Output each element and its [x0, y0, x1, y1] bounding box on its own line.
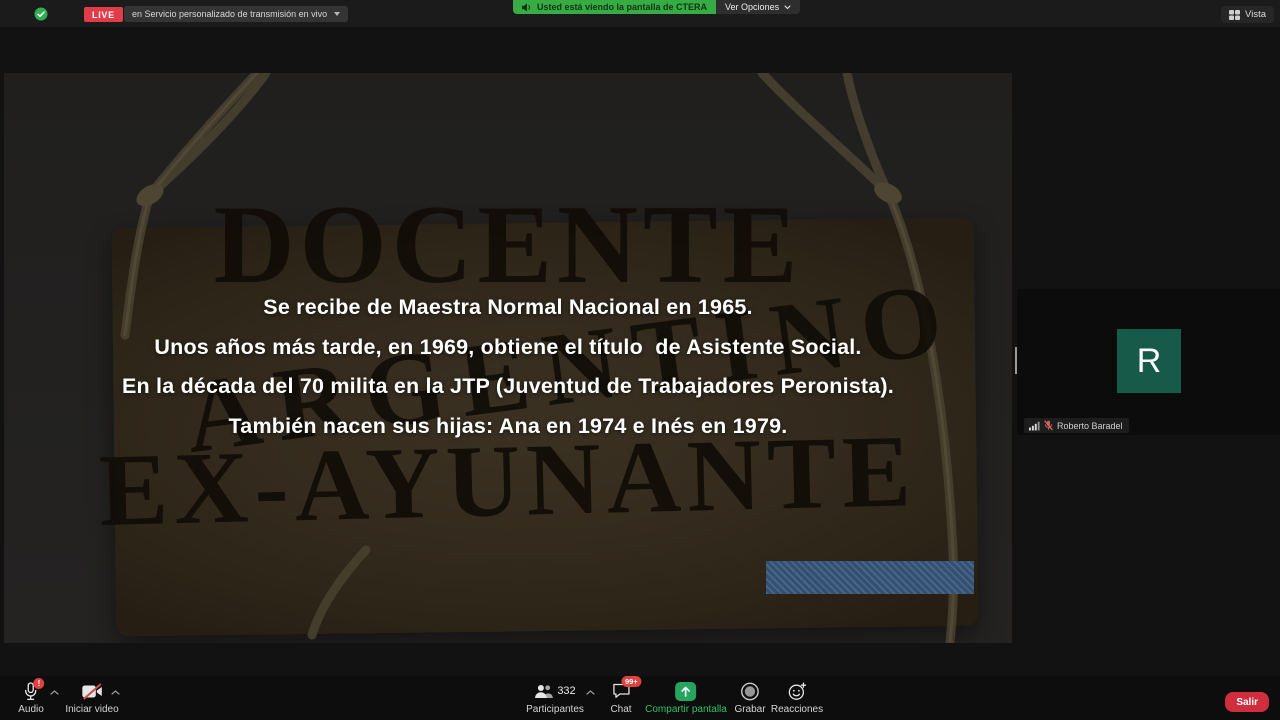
vista-button[interactable]: Vista	[1221, 6, 1274, 23]
overlay-line: En la década del 70 milita en la JTP (Ju…	[4, 367, 1012, 407]
audio-label: Audio	[18, 704, 44, 715]
screen-share-banner-text: Usted está viendo la pantalla de CTERA	[537, 2, 707, 12]
overlay-line: Unos años más tarde, en 1969, obtiene el…	[4, 328, 1012, 368]
participant-name-label: Roberto Baradel	[1024, 418, 1129, 433]
bottom-toolbar: ! Audio Iniciar video 332 Participantes …	[0, 676, 1280, 720]
screen-share-banner: Usted está viendo la pantalla de CTERA	[513, 0, 716, 14]
start-video-button[interactable]: Iniciar video	[65, 681, 118, 715]
participants-count: 332	[557, 685, 575, 697]
muted-mic-icon	[1044, 420, 1053, 431]
live-badge: LIVE	[84, 7, 123, 22]
participants-options-chevron[interactable]	[586, 690, 595, 695]
grid-view-icon	[1229, 10, 1240, 20]
participant-avatar: R	[1117, 329, 1181, 393]
overlay-line: También nacen sus hijas: Ana en 1974 e I…	[4, 407, 1012, 447]
top-bar: LIVE en Servicio personalizado de transm…	[0, 0, 1280, 27]
chat-unread-badge: 99+	[621, 676, 642, 687]
participant-name: Roberto Baradel	[1057, 421, 1123, 431]
stream-selector[interactable]: en Servicio personalizado de transmisión…	[124, 6, 348, 22]
camera-off-icon	[81, 683, 103, 700]
participants-button[interactable]: 332 Participantes	[526, 681, 584, 715]
signal-strength-icon	[1029, 421, 1040, 431]
record-label: Grabar	[734, 704, 765, 715]
record-button[interactable]: Grabar	[734, 681, 765, 715]
video-options-chevron[interactable]	[111, 690, 120, 695]
share-screen-icon	[676, 682, 697, 701]
audio-button[interactable]: ! Audio	[18, 681, 44, 715]
participants-icon	[534, 684, 553, 699]
participants-label: Participantes	[526, 704, 584, 715]
stream-selector-label: en Servicio personalizado de transmisión…	[132, 9, 327, 19]
audio-options-chevron[interactable]	[50, 690, 59, 695]
leave-button[interactable]: Salir	[1225, 692, 1269, 712]
start-video-label: Iniciar video	[65, 704, 118, 715]
overlay-line: Se recibe de Maestra Normal Nacional en …	[4, 288, 1012, 328]
slide-overlay-text: Se recibe de Maestra Normal Nacional en …	[4, 288, 1012, 446]
record-icon	[741, 682, 760, 701]
reactions-label: Reacciones	[771, 704, 823, 715]
share-screen-label: Compartir pantalla	[645, 704, 727, 715]
vista-label: Vista	[1245, 9, 1266, 20]
reactions-smiley-icon	[787, 682, 806, 701]
participant-video-tile[interactable]: R Roberto Baradel	[1017, 289, 1280, 435]
chat-label: Chat	[610, 704, 631, 715]
chevron-down-icon	[784, 5, 791, 10]
hatched-redaction-rectangle	[766, 561, 974, 594]
reactions-button[interactable]: Reacciones	[771, 681, 823, 715]
share-screen-button[interactable]: Compartir pantalla	[645, 681, 727, 715]
chevron-down-icon	[334, 12, 340, 16]
verified-shield-icon	[34, 7, 48, 26]
audio-alert-badge: !	[33, 678, 44, 689]
shared-screen-slide: DOCENTE ARGENTINO EX-AYUNANTE Se recibe …	[4, 73, 1012, 643]
screen-share-banner-group: Usted está viendo la pantalla de CTERA V…	[513, 0, 800, 14]
view-options-button[interactable]: Ver Opciones	[716, 0, 800, 14]
chat-button[interactable]: 99+ Chat	[610, 681, 631, 715]
view-options-label: Ver Opciones	[725, 2, 779, 12]
zoom-meeting-window: LIVE en Servicio personalizado de transm…	[0, 0, 1280, 720]
speaker-icon	[522, 3, 532, 12]
